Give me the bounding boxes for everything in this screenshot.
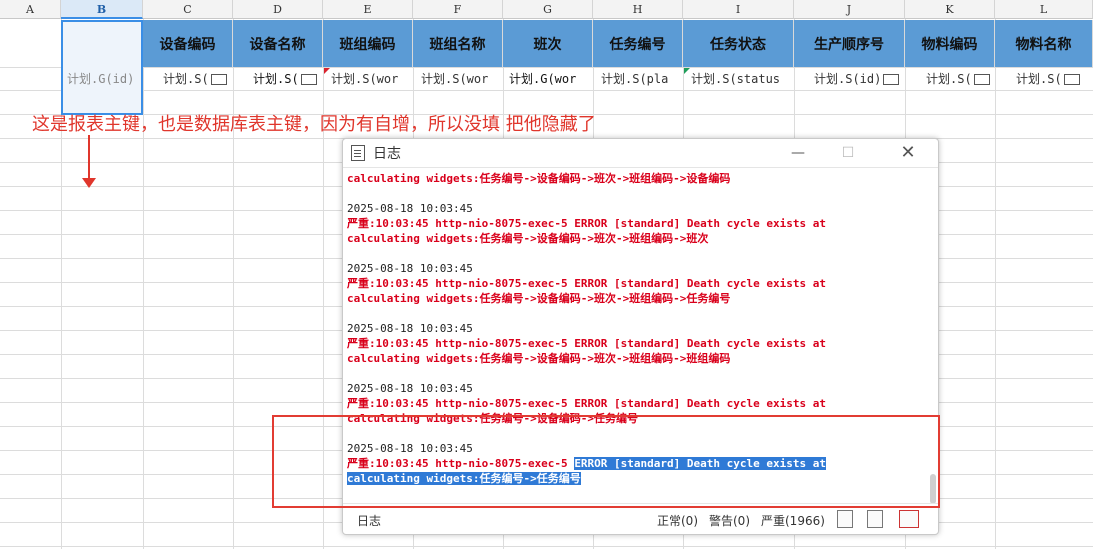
col-header-H[interactable]: H xyxy=(593,0,683,19)
col-header-J[interactable]: J xyxy=(794,0,905,19)
log-line: 严重:10:03:45 http-nio-8075-exec-5 ERROR [… xyxy=(347,277,826,290)
header-cell[interactable]: 班次 xyxy=(503,20,593,67)
header-cell[interactable]: 任务编号 xyxy=(593,20,683,67)
col-header-A[interactable]: A xyxy=(0,0,61,19)
formula-text: 计划.S( xyxy=(253,72,299,86)
log-line: 严重:10:03:45 http-nio-8075-exec-5 ERROR [… xyxy=(347,397,826,410)
highlight-box xyxy=(272,415,940,508)
formula-text: 计划.S( xyxy=(926,72,972,86)
formula-cell[interactable]: 计划.S( xyxy=(159,68,233,90)
clear-log-icon[interactable] xyxy=(837,510,853,528)
grid-line xyxy=(995,19,996,549)
severe-count[interactable]: 严重(1966) xyxy=(761,512,825,529)
formula-cell[interactable]: 计划.S( xyxy=(1012,68,1093,90)
header-cell[interactable]: 设备名称 xyxy=(233,20,323,67)
formula-cell[interactable]: 计划.S(id) xyxy=(810,68,905,90)
header-cell[interactable]: 班组名称 xyxy=(413,20,503,67)
log-line: 严重:10:03:45 http-nio-8075-exec-5 ERROR [… xyxy=(347,337,826,350)
log-line: 严重:10:03:45 http-nio-8075-exec-5 ERROR [… xyxy=(347,217,826,230)
status-label: 日志 xyxy=(357,514,382,528)
formula-text: 计划.S(pla xyxy=(601,72,669,86)
log-line: calculating widgets:任务编号->设备编码->班次->班组编码… xyxy=(347,352,731,365)
col-header-L[interactable]: L xyxy=(995,0,1093,19)
header-cell[interactable]: 任务状态 xyxy=(683,20,794,67)
formula-cell[interactable]: 计划.S( xyxy=(249,68,323,90)
arrow-down-icon xyxy=(88,135,90,180)
arrowhead-icon xyxy=(82,178,96,188)
col-header-E[interactable]: E xyxy=(323,0,413,19)
grid-line xyxy=(233,19,234,549)
close-icon[interactable]: ✕ xyxy=(888,139,928,167)
formula-cell[interactable]: 计划.S(pla xyxy=(597,68,683,90)
col-header-C[interactable]: C xyxy=(143,0,233,19)
col-header-K[interactable]: K xyxy=(905,0,995,19)
col-header-B[interactable]: B xyxy=(61,0,143,19)
grid-line xyxy=(143,19,144,549)
filter-dropdown-icon[interactable] xyxy=(899,510,919,528)
formula-text: 计划.G(wor xyxy=(509,72,577,86)
log-line: calculating widgets:任务编号->设备编码->班次->班组编码… xyxy=(347,232,709,245)
formula-text: 计划.S(wor xyxy=(331,72,399,86)
widget-icon xyxy=(210,74,227,85)
log-line: calculating widgets:任务编号->设备编码->班次->班组编码… xyxy=(347,172,731,185)
log-file-icon xyxy=(351,145,365,161)
log-timestamp: 2025-08-18 10:03:45 xyxy=(347,322,473,335)
formula-text: 计划.S(id) xyxy=(814,72,882,86)
normal-count[interactable]: 正常(0) xyxy=(657,512,698,529)
formula-cell[interactable]: 计划.S(wor xyxy=(417,68,503,90)
warn-count[interactable]: 警告(0) xyxy=(709,512,750,529)
widget-icon xyxy=(973,74,990,85)
header-cell[interactable]: 物料编码 xyxy=(905,20,995,67)
widget-icon xyxy=(883,74,900,85)
grid-line xyxy=(0,90,1093,91)
formula-text: 计划.S( xyxy=(1016,72,1062,86)
formula-cell[interactable]: 计划.S(wor xyxy=(327,68,413,90)
formula-text: 计划.S(wor xyxy=(421,72,489,86)
copy-log-icon[interactable] xyxy=(867,510,883,528)
col-header-G[interactable]: G xyxy=(503,0,593,19)
log-line: calculating widgets:任务编号->设备编码->班次->班组编码… xyxy=(347,292,731,305)
log-timestamp: 2025-08-18 10:03:45 xyxy=(347,382,473,395)
cell-marker-icon xyxy=(324,68,330,74)
log-timestamp: 2025-08-18 10:03:45 xyxy=(347,262,473,275)
col-header-D[interactable]: D xyxy=(233,0,323,19)
header-cell[interactable]: 班组编码 xyxy=(323,20,413,67)
dialog-title: 日志 xyxy=(373,146,401,162)
col-header-F[interactable]: F xyxy=(413,0,503,19)
formula-cell[interactable]: 计划.G(id) xyxy=(63,68,141,90)
header-cell[interactable]: 生产顺序号 xyxy=(794,20,905,67)
cell-marker-icon xyxy=(684,68,690,74)
widget-icon xyxy=(300,74,317,85)
header-cell[interactable]: 设备编码 xyxy=(143,20,233,67)
grid-line xyxy=(0,546,1093,547)
widget-icon xyxy=(1063,74,1080,85)
col-header-I[interactable]: I xyxy=(683,0,794,19)
formula-cell[interactable]: 计划.G(wor xyxy=(505,68,593,90)
maximize-icon[interactable]: ☐ xyxy=(828,139,868,167)
annotation-text: 这是报表主键，也是数据库表主键，因为有自增，所以没填 把他隐藏了 xyxy=(32,114,596,135)
log-timestamp: 2025-08-18 10:03:45 xyxy=(347,202,473,215)
formula-cell[interactable]: 计划.S( xyxy=(922,68,995,90)
minimize-icon[interactable]: — xyxy=(778,139,818,167)
dialog-titlebar[interactable]: 日志 — ☐ ✕ xyxy=(343,139,938,168)
header-cell[interactable]: 物料名称 xyxy=(995,20,1093,67)
formula-text: 计划.G(id) xyxy=(67,72,135,86)
formula-text: 计划.S(status xyxy=(691,72,781,86)
formula-cell[interactable]: 计划.S(status xyxy=(687,68,794,90)
formula-text: 计划.S( xyxy=(163,72,209,86)
